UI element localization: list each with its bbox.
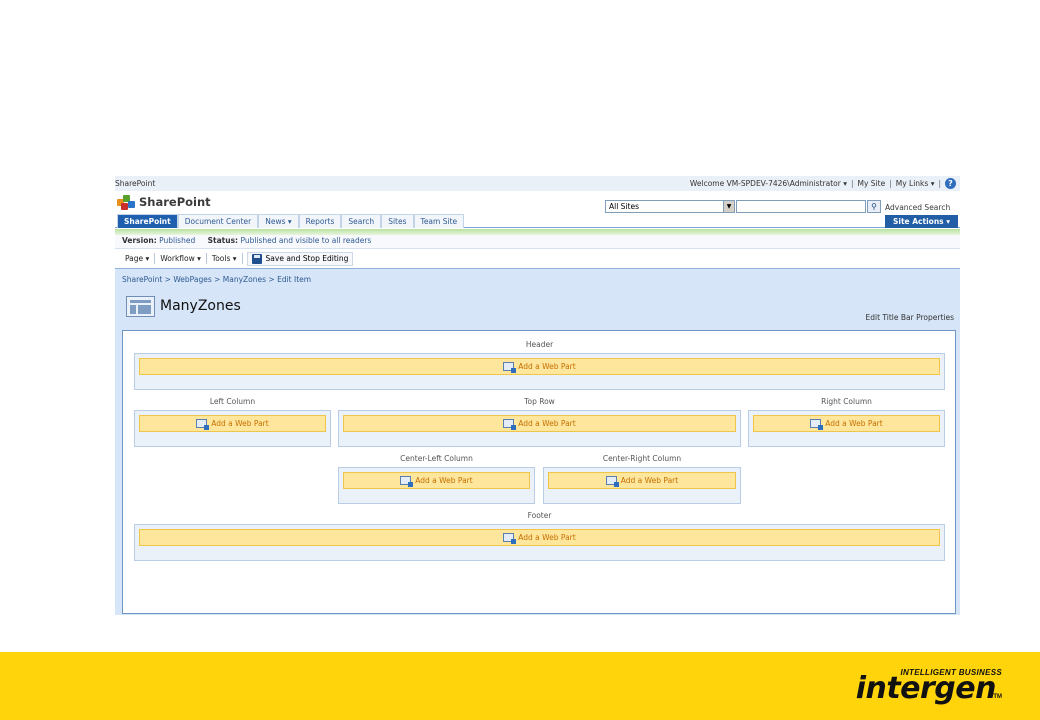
add-web-part-icon	[503, 533, 517, 544]
edit-title-bar-properties-link[interactable]: Edit Title Bar Properties	[866, 313, 954, 322]
add-web-part-label: Add a Web Part	[825, 419, 883, 428]
add-web-part-button[interactable]: Add a Web Part	[139, 415, 326, 432]
zone-right-column: Right Column Add a Web Part	[748, 397, 945, 447]
add-web-part-label: Add a Web Part	[415, 476, 473, 485]
tab-document-center[interactable]: Document Center	[177, 214, 259, 228]
intergen-logo: intergen	[855, 671, 997, 706]
add-web-part-button[interactable]: Add a Web Part	[139, 358, 940, 375]
separator: |	[850, 179, 854, 188]
sharepoint-screenshot: SharePoint Welcome VM-SPDEV-7426\Adminis…	[115, 176, 960, 615]
save-and-stop-label: Save and Stop Editing	[265, 254, 349, 263]
add-web-part-label: Add a Web Part	[518, 362, 576, 371]
zone-label: Right Column	[821, 397, 872, 406]
site-title[interactable]: SharePoint	[139, 195, 211, 209]
zone-header: Header Add a Web Part	[134, 340, 945, 390]
search-scope-value: All Sites	[609, 202, 639, 211]
welcome-menu[interactable]: Welcome VM-SPDEV-7426\Administrator ▾	[690, 179, 847, 188]
status-label: Status:	[207, 236, 239, 245]
zone-center-left-column: Center-Left Column Add a Web Part	[338, 454, 535, 504]
add-web-part-icon	[503, 419, 517, 430]
page-content-area: SharePoint > WebPages > ManyZones > Edit…	[115, 268, 960, 615]
zone-left-column: Left Column Add a Web Part	[134, 397, 331, 447]
add-web-part-icon	[810, 419, 824, 430]
add-web-part-button[interactable]: Add a Web Part	[139, 529, 940, 546]
my-links-menu[interactable]: My Links ▾	[896, 179, 935, 188]
zone-label: Footer	[527, 511, 552, 520]
web-part-zones-panel: Header Add a Web Part Left Column Add a …	[122, 330, 956, 614]
add-web-part-button[interactable]: Add a Web Part	[548, 472, 736, 489]
add-web-part-button[interactable]: Add a Web Part	[753, 415, 940, 432]
page-title: ManyZones	[160, 298, 241, 314]
trademark-mark: TM	[993, 694, 1002, 700]
add-web-part-icon	[503, 362, 517, 373]
top-nav-tabs: SharePoint Document Center News ▾ Report…	[115, 214, 960, 228]
sharepoint-logo-icon	[117, 195, 135, 210]
add-web-part-label: Add a Web Part	[518, 419, 576, 428]
save-icon	[251, 253, 262, 264]
breadcrumb[interactable]: SharePoint > WebPages > ManyZones > Edit…	[122, 275, 311, 284]
site-actions-menu[interactable]: Site Actions ▾	[885, 215, 958, 228]
global-site-name[interactable]: SharePoint	[115, 179, 155, 188]
add-web-part-label: Add a Web Part	[518, 533, 576, 542]
status-value: Published and visible to all readers	[240, 236, 372, 245]
add-web-part-icon	[400, 476, 414, 487]
workflow-menu[interactable]: Workflow ▾	[155, 253, 207, 264]
page-layout-icon	[126, 296, 155, 317]
tab-news[interactable]: News ▾	[258, 214, 299, 228]
zone-label: Header	[525, 340, 554, 349]
version-value: Published	[159, 236, 196, 245]
page-menu[interactable]: Page ▾	[120, 253, 156, 264]
add-web-part-label: Add a Web Part	[620, 476, 679, 485]
search-scope-select[interactable]: All Sites ▼	[605, 200, 735, 213]
chevron-down-icon[interactable]: ▼	[723, 201, 734, 212]
advanced-search-link[interactable]: Advanced Search	[885, 203, 950, 212]
brand-footer-bar: INTELLIGENT BUSINESS intergen TM	[0, 652, 1040, 720]
zone-label: Center-Left Column	[400, 454, 473, 463]
tab-sharepoint[interactable]: SharePoint	[117, 214, 178, 228]
global-links: Welcome VM-SPDEV-7426\Administrator ▾ | …	[690, 178, 956, 189]
zone-top-row: Top Row Add a Web Part	[338, 397, 741, 447]
version-label: Version:	[122, 236, 157, 245]
my-site-link[interactable]: My Site	[858, 179, 886, 188]
search-icon[interactable]: ⚲	[867, 200, 881, 213]
zone-label: Left Column	[209, 397, 256, 406]
search-input[interactable]	[736, 200, 866, 213]
zone-label: Center-Right Column	[602, 454, 682, 463]
tab-reports[interactable]: Reports	[298, 214, 342, 228]
zone-center-right-column: Center-Right Column Add a Web Part	[543, 454, 741, 504]
add-web-part-button[interactable]: Add a Web Part	[343, 415, 736, 432]
global-nav-bar: SharePoint Welcome VM-SPDEV-7426\Adminis…	[115, 176, 960, 191]
tab-search[interactable]: Search	[341, 214, 382, 228]
zone-label: Top Row	[524, 397, 555, 406]
separator: |	[889, 179, 892, 188]
tools-menu[interactable]: Tools ▾	[207, 253, 243, 264]
zone-footer: Footer Add a Web Part	[134, 511, 945, 561]
add-web-part-icon	[196, 419, 210, 430]
save-and-stop-editing-button[interactable]: Save and Stop Editing	[246, 251, 354, 266]
page-status-bar: Version: Published Status: Published and…	[115, 235, 960, 249]
separator: |	[938, 179, 941, 188]
page-editing-toolbar: Page ▾ Workflow ▾ Tools ▾ Save and Stop …	[115, 250, 960, 267]
add-web-part-button[interactable]: Add a Web Part	[343, 472, 530, 489]
help-icon[interactable]: ?	[945, 178, 956, 189]
tab-team-site[interactable]: Team Site	[413, 214, 465, 228]
add-web-part-icon	[605, 476, 619, 487]
tab-sites[interactable]: Sites	[381, 214, 414, 228]
add-web-part-label: Add a Web Part	[211, 419, 269, 428]
